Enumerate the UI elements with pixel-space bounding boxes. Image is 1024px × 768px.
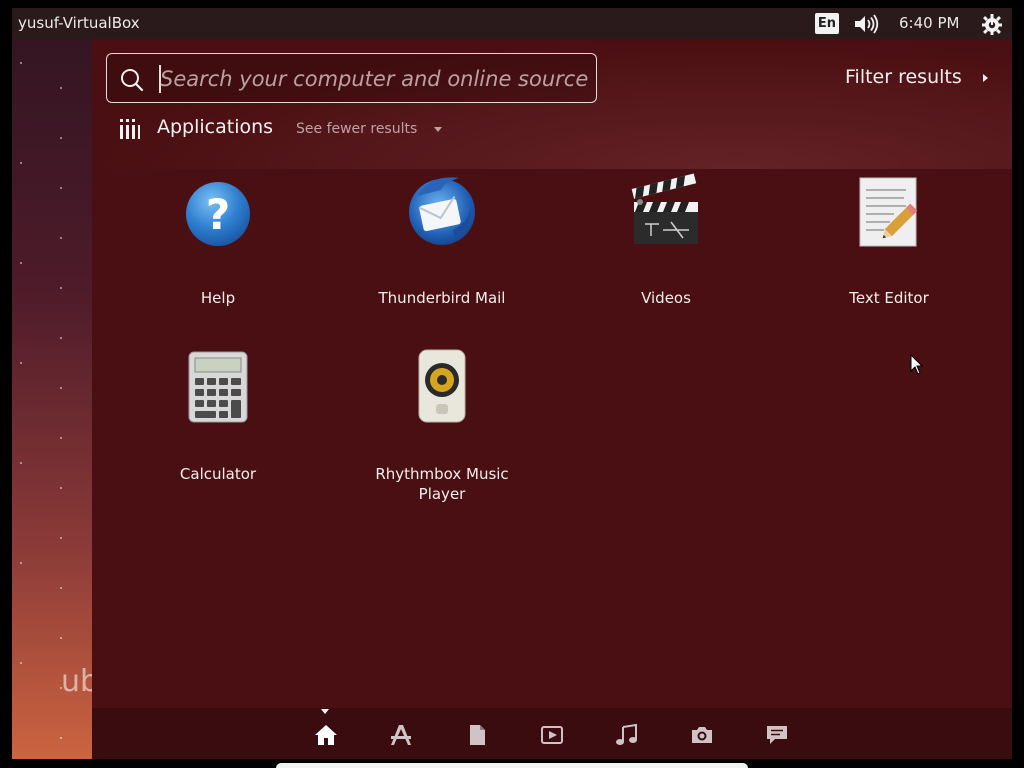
app-label: Thunderbird Mail — [378, 289, 506, 307]
window-title: yusuf-VirtualBox — [18, 14, 140, 32]
chat-icon[interactable] — [765, 723, 789, 747]
search-icon — [119, 67, 145, 93]
home-icon[interactable] — [314, 723, 338, 747]
search-input[interactable] — [160, 60, 588, 98]
app-label: Help — [200, 289, 236, 307]
app-label: Text Editor — [849, 289, 929, 307]
svg-text:?: ? — [206, 190, 230, 239]
file-icon[interactable] — [465, 723, 489, 747]
app-label: Rhythmbox Music Player — [375, 465, 509, 503]
clapperboard-icon — [631, 172, 701, 248]
chevron-down-icon[interactable] — [434, 127, 442, 132]
app-label: Videos — [641, 289, 691, 307]
text-editor-icon — [854, 172, 924, 248]
app-tile-thunderbird[interactable]: Thunderbird Mail — [352, 172, 532, 332]
applications-lens-icon[interactable] — [389, 723, 413, 747]
thunderbird-icon — [407, 172, 477, 248]
help-icon: ? — [183, 172, 253, 248]
calculator-icon — [183, 348, 253, 424]
app-tile-videos[interactable]: Videos — [576, 172, 756, 332]
lens-bar — [92, 708, 1012, 759]
keyboard-layout-indicator[interactable]: En — [815, 13, 839, 34]
speaker-icon — [407, 348, 477, 424]
filter-results-button[interactable]: Filter results — [845, 66, 962, 88]
screen-bottom-edge — [276, 763, 748, 768]
app-label: Calculator — [179, 465, 257, 483]
camera-icon[interactable] — [690, 723, 714, 747]
applications-icon — [119, 118, 141, 140]
app-tile-rhythmbox[interactable]: Rhythmbox Music Player — [352, 348, 532, 508]
app-tile-text-editor[interactable]: Text Editor — [799, 172, 979, 332]
dash: Filter results Applications See fewer re… — [92, 39, 1012, 759]
category-title: Applications — [157, 116, 274, 138]
video-icon[interactable] — [540, 723, 564, 747]
see-fewer-results-toggle[interactable]: See fewer results — [296, 121, 417, 137]
launcher — [12, 39, 92, 759]
filter-expand-arrow-icon[interactable] — [983, 74, 988, 82]
power-icon[interactable] — [980, 12, 1004, 36]
top-panel: yusuf-VirtualBox En 6:40 PM — [12, 8, 1012, 39]
desktop-screen: yusuf-VirtualBox En 6:40 PM ub Search yo… — [0, 0, 1024, 768]
active-lens-indicator-icon — [321, 709, 329, 714]
mouse-pointer-icon — [910, 353, 924, 376]
app-tile-calculator[interactable]: Calculator — [128, 348, 308, 508]
music-icon[interactable] — [615, 723, 639, 747]
app-tile-help[interactable]: ? Help — [128, 172, 308, 332]
search-box[interactable] — [106, 53, 597, 103]
clock[interactable]: 6:40 PM — [899, 14, 959, 32]
volume-icon[interactable] — [852, 13, 882, 35]
